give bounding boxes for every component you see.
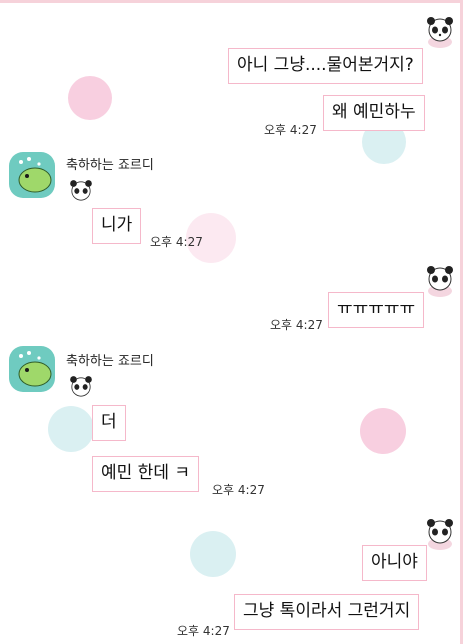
bg-dot [48, 406, 94, 452]
green-character-avatar-icon [18, 157, 52, 193]
sender-name: 축하하는 죠르디 [66, 354, 154, 369]
message-time: 오후 4:27 [150, 235, 203, 249]
bg-dot [360, 408, 406, 454]
message-bubble[interactable]: 예민 한데 ㅋ [92, 456, 200, 492]
chat-room: 아니 그냥....물어본거지? 왜 예민하누 오후 4:27 축하하는 죠르디 … [0, 0, 463, 644]
panda-sticker-icon [427, 266, 453, 297]
message-bubble[interactable]: 아니야 [362, 545, 427, 581]
bg-dot [68, 76, 112, 120]
message-bubble[interactable]: 왜 예민하누 [323, 95, 425, 131]
panda-sticker-icon [427, 17, 453, 48]
top-border [0, 0, 463, 3]
message-bubble[interactable]: 니가 [92, 208, 142, 244]
message-bubble[interactable]: ㅠㅠㅠㅠㅠ [328, 292, 425, 328]
panda-sticker-icon [427, 519, 453, 550]
message-time: 오후 4:27 [264, 123, 317, 137]
message-time: 오후 4:27 [270, 318, 323, 332]
sender-avatar[interactable] [9, 152, 55, 198]
bg-dot [190, 531, 236, 577]
message-bubble[interactable]: 더 [92, 405, 126, 441]
panda-sticker-icon [70, 180, 92, 201]
sender-name: 축하하는 죠르디 [66, 158, 154, 173]
message-time: 오후 4:27 [177, 624, 230, 638]
green-character-avatar-icon [18, 351, 52, 387]
message-bubble[interactable]: 그냥 톡이라서 그런거지 [234, 594, 420, 630]
message-bubble[interactable]: 아니 그냥....물어본거지? [228, 48, 423, 84]
panda-sticker-icon [70, 376, 92, 397]
message-time: 오후 4:27 [212, 483, 265, 497]
sender-avatar[interactable] [9, 346, 55, 392]
